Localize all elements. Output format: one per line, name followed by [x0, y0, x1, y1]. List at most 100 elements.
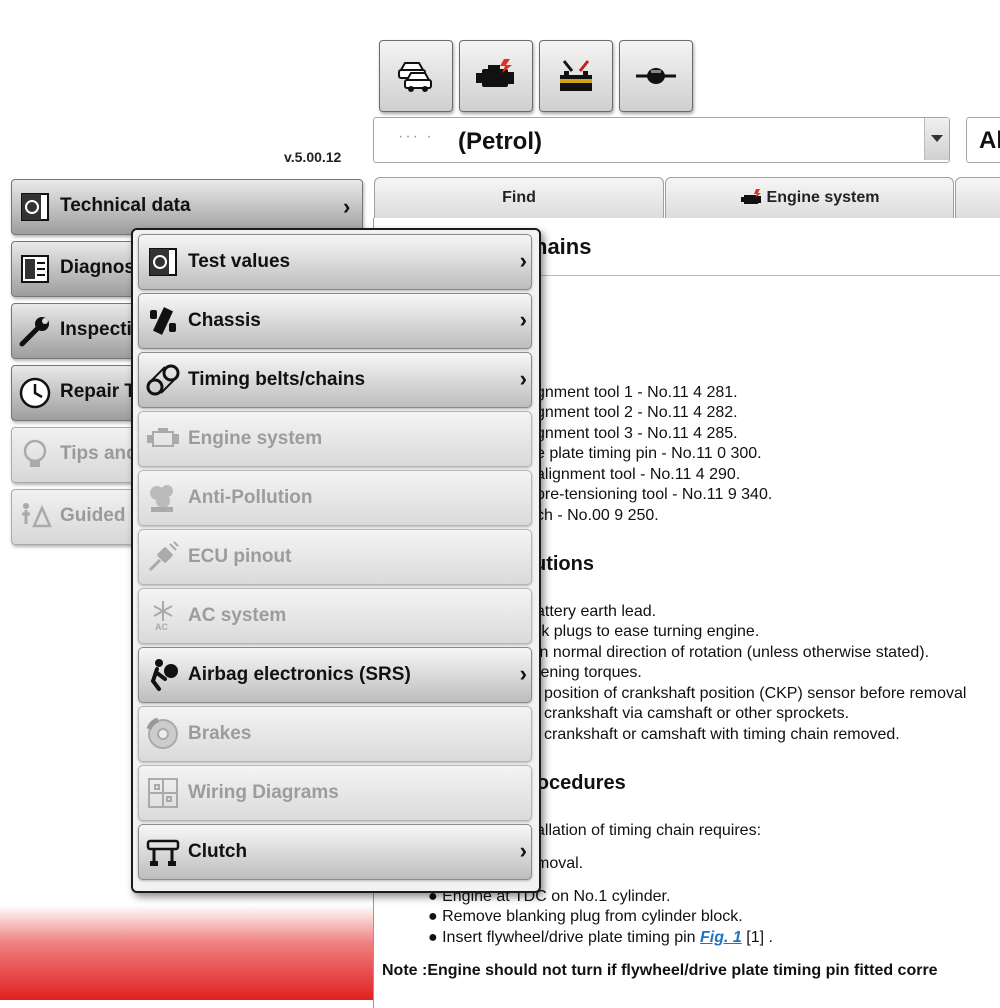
submenu-label: ECU pinout	[188, 546, 292, 567]
chevron-right-icon: ›	[343, 194, 351, 219]
ac-badge: AC	[155, 622, 168, 632]
tab-engine-system[interactable]: Engine system	[665, 177, 954, 218]
procedure-line: moval.	[536, 855, 584, 872]
nav-technical-data[interactable]: Technical data ›	[11, 179, 363, 235]
submenu-item-test-values[interactable]: Test values ›	[138, 234, 532, 290]
procedure-bullet-text: Remove blanking plug from cylinder block…	[442, 908, 743, 925]
secondary-select-value: Al	[979, 127, 1000, 154]
lightbulb-icon	[17, 437, 53, 473]
chevron-right-icon: ›	[519, 248, 527, 273]
diagnostics-icon	[17, 251, 53, 287]
tool-line: gnment tool 2 - No.11 4 282.	[536, 404, 738, 421]
submenu-label: Timing belts/chains	[188, 369, 366, 390]
version-label: v.5.00.12	[284, 149, 342, 165]
procedure-bullet-text: Insert flywheel/drive plate timing pin	[442, 929, 696, 946]
snowflake-icon: AC	[145, 598, 181, 634]
tools-button[interactable]	[539, 40, 613, 112]
submenu-label: Test values	[188, 251, 291, 272]
submenu-item-chassis[interactable]: Chassis ›	[138, 293, 532, 349]
submenu-item-anti-pollution[interactable]: Anti-Pollution	[138, 470, 532, 526]
battery-tools-icon	[560, 60, 592, 91]
vehicle-select[interactable]: ··· · (Petrol)	[373, 117, 950, 163]
tool-line: gnment tool 1 - No.11 4 281.	[536, 384, 738, 401]
submenu-label: Engine system	[188, 428, 323, 449]
vehicle-dropdown-button[interactable]	[924, 118, 949, 160]
vehicle-model-masked: ··· ·	[398, 128, 434, 145]
engine-button[interactable]	[459, 40, 533, 112]
engine-icon	[476, 59, 514, 87]
procedure-line: allation of timing chain requires:	[536, 822, 762, 839]
nav-label: Technical data	[60, 195, 191, 216]
tool-line: pre-tensioning tool - No.11 9 340.	[536, 486, 773, 503]
precaution-line: attery earth lead.	[536, 603, 657, 620]
clock-icon	[17, 375, 53, 411]
clutch-icon	[145, 834, 181, 870]
connector-button[interactable]	[619, 40, 693, 112]
engine-icon	[740, 189, 761, 204]
nav-label: Diagnos	[60, 257, 135, 278]
submenu-label: Brakes	[188, 723, 252, 744]
submenu-item-wiring-diagrams[interactable]: Wiring Diagrams	[138, 765, 532, 821]
submenu-item-engine-system[interactable]: Engine system	[138, 411, 532, 467]
decorative-red-bar	[0, 905, 373, 1000]
precaution-line: crankshaft or camshaft with timing chain…	[544, 726, 900, 743]
figure-ref: [1] .	[746, 929, 773, 946]
tool-line: ch - No.00 9 250.	[536, 507, 659, 524]
chassis-icon	[145, 303, 181, 339]
technical-data-submenu: Test values › Chassis › Timing belts/cha…	[131, 228, 541, 893]
tab-find-label: Find	[502, 189, 536, 206]
submenu-item-timing-belts[interactable]: Timing belts/chains ›	[138, 352, 532, 408]
precaution-line: in normal direction of rotation (unless …	[536, 644, 930, 661]
tab-engine-system-label: Engine system	[766, 189, 880, 206]
figure-link[interactable]: Fig. 1	[700, 929, 742, 946]
cars-icon	[398, 62, 432, 92]
note-text: Note :Engine should not turn if flywheel…	[382, 962, 938, 979]
tool-line: gnment tool 3 - No.11 4 285.	[536, 425, 738, 442]
timing-belt-icon	[145, 362, 181, 398]
connector-icon	[636, 68, 676, 84]
technical-data-icon	[17, 189, 53, 225]
tab-find[interactable]: Find	[374, 177, 664, 218]
precaution-line: tening torques.	[536, 664, 642, 681]
nav-label: Tips and	[60, 443, 138, 464]
nav-label: Repair T	[60, 381, 137, 402]
precaution-line: crankshaft via camshaft or other sprocke…	[544, 705, 850, 722]
section-heading-precautions: utions	[534, 553, 594, 575]
submenu-item-ac-system[interactable]: AC AC system	[138, 588, 532, 644]
submenu-item-ecu-pinout[interactable]: ECU pinout	[138, 529, 532, 585]
wiring-icon	[145, 775, 181, 811]
wrench-icon	[17, 313, 53, 349]
submenu-label: AC system	[188, 605, 287, 626]
section-heading-chains: hains	[534, 234, 592, 259]
nav-label: Guided	[60, 505, 126, 526]
submenu-item-airbag[interactable]: Airbag electronics (SRS) ›	[138, 647, 532, 703]
procedure-bullet: ● Remove blanking plug from cylinder blo…	[428, 908, 743, 925]
chevron-right-icon: ›	[519, 838, 527, 863]
tab-more[interactable]	[955, 177, 1000, 218]
precaution-line: rk plugs to ease turning engine.	[536, 623, 760, 640]
submenu-item-brakes[interactable]: Brakes	[138, 706, 532, 762]
submenu-label: Airbag electronics (SRS)	[188, 664, 411, 685]
guided-icon	[17, 499, 53, 535]
vehicle-fuel-value: (Petrol)	[458, 128, 542, 155]
brake-disc-icon	[145, 716, 181, 752]
plug-icon	[145, 539, 181, 575]
anti-pollution-icon	[145, 480, 181, 516]
chevron-down-icon	[931, 135, 943, 142]
submenu-item-clutch[interactable]: Clutch ›	[138, 824, 532, 880]
submenu-label: Clutch	[188, 841, 248, 862]
submenu-label: Wiring Diagrams	[188, 782, 339, 803]
vehicles-button[interactable]	[379, 40, 453, 112]
chevron-right-icon: ›	[519, 661, 527, 686]
procedure-bullet: ● Insert flywheel/drive plate timing pin…	[428, 929, 773, 946]
chevron-right-icon: ›	[519, 366, 527, 391]
chevron-right-icon: ›	[519, 307, 527, 332]
submenu-label: Anti-Pollution	[188, 487, 313, 508]
submenu-label: Chassis	[188, 310, 261, 331]
secondary-select[interactable]: Al	[966, 117, 1000, 163]
test-values-icon	[145, 244, 181, 280]
airbag-icon	[145, 657, 181, 693]
tool-line: alignment tool - No.11 4 290.	[536, 466, 741, 483]
tool-line: e plate timing pin - No.11 0 300.	[536, 445, 762, 462]
engine-icon	[145, 421, 181, 457]
